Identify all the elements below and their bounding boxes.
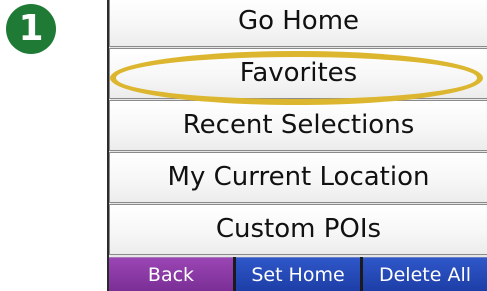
menu-item-go-home[interactable]: Go Home [109,0,487,47]
delete-all-button[interactable]: Delete All [363,257,487,291]
menu-item-favorites[interactable]: Favorites [109,48,487,99]
set-home-button[interactable]: Set Home [236,257,360,291]
step-number-badge: 1 [6,4,56,54]
back-button[interactable]: Back [109,257,233,291]
menu-item-my-current-location[interactable]: My Current Location [109,152,487,203]
softkey-bar: Back Set Home Delete All [109,257,487,291]
menu-item-custom-pois[interactable]: Custom POIs [109,204,487,255]
menu-item-recent-selections[interactable]: Recent Selections [109,100,487,151]
instruction-figure: 1 Go Home Favorites Recent Selections My… [0,0,487,291]
device-screen: Go Home Favorites Recent Selections My C… [107,0,487,291]
where-to-menu: Go Home Favorites Recent Selections My C… [109,0,487,256]
